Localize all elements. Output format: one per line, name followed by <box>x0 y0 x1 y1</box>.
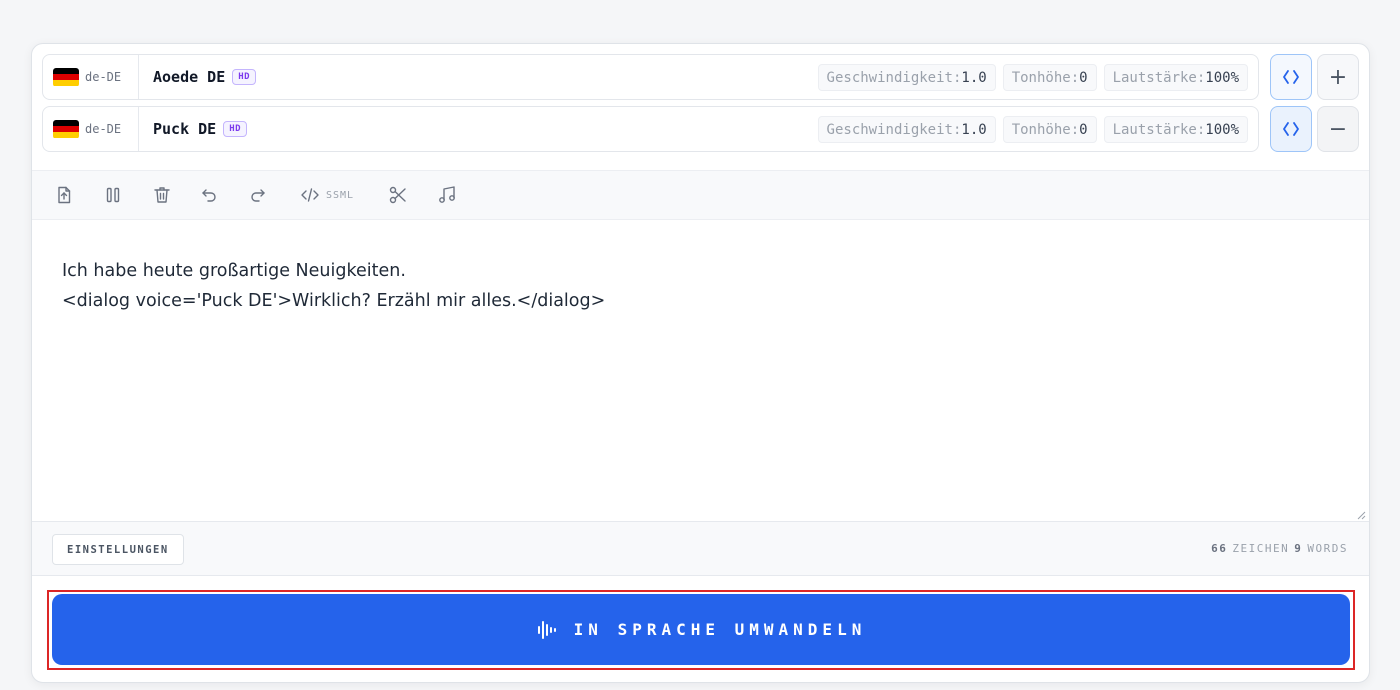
language-code: de-DE <box>85 122 122 136</box>
upload-button[interactable] <box>54 185 74 205</box>
scissors-icon <box>389 186 406 204</box>
ssml-label: SSML <box>326 189 355 201</box>
insert-voice-tag-button[interactable] <box>1270 106 1312 152</box>
german-flag-icon <box>53 67 79 87</box>
char-count: 66 <box>1211 542 1228 555</box>
pitch-value: 0 <box>1079 69 1088 86</box>
convert-to-speech-button[interactable]: IN SPRACHE UMWANDELN <box>52 594 1350 665</box>
hd-badge: HD <box>232 69 257 85</box>
upload-icon <box>58 186 71 204</box>
text-editor[interactable]: Ich habe heute großartige Neuigkeiten. <… <box>62 256 1342 516</box>
insert-voice-tag-button[interactable] <box>1270 54 1312 100</box>
resize-handle-icon[interactable] <box>1356 510 1366 520</box>
german-flag-icon <box>53 119 79 139</box>
pitch-label: Tonhöhe: <box>1011 121 1080 138</box>
redo-icon <box>251 189 265 202</box>
redo-button[interactable] <box>248 185 268 205</box>
delete-button[interactable] <box>152 185 172 205</box>
pitch-param[interactable]: Tonhöhe: 0 <box>1002 64 1097 91</box>
word-label: WORDS <box>1307 542 1348 555</box>
volume-value: 100% <box>1205 121 1239 138</box>
settings-button[interactable]: EINSTELLUNGEN <box>52 534 184 565</box>
trash-icon <box>154 187 170 203</box>
pause-icon <box>106 187 120 203</box>
voice-name[interactable]: Puck DE <box>153 120 216 138</box>
editor-toolbar: SSML <box>32 170 1369 220</box>
pitch-label: Tonhöhe: <box>1011 69 1080 86</box>
language-selector[interactable]: de-DE <box>43 55 139 99</box>
speed-value: 1.0 <box>961 69 987 86</box>
language-selector[interactable]: de-DE <box>43 107 139 151</box>
voice-row: de-DE Aoede DE HD Geschwindigkeit: 1.0 To… <box>42 54 1359 100</box>
volume-value: 100% <box>1205 69 1239 86</box>
speed-label: Geschwindigkeit: <box>826 121 962 138</box>
speed-param[interactable]: Geschwindigkeit: 1.0 <box>817 116 996 143</box>
ssml-button[interactable]: SSML <box>300 185 354 205</box>
volume-param[interactable]: Lautstärke: 100% <box>1103 64 1248 91</box>
char-label: ZEICHEN <box>1232 542 1290 555</box>
audio-wave-icon <box>537 620 556 639</box>
editor-footer: EINSTELLUNGEN 66 ZEICHEN 9 WORDS <box>32 521 1369 576</box>
music-button[interactable] <box>437 185 457 205</box>
undo-icon <box>202 189 216 202</box>
music-icon <box>439 186 455 203</box>
cut-button[interactable] <box>388 185 408 205</box>
speed-label: Geschwindigkeit: <box>826 69 962 86</box>
voice-selector[interactable]: de-DE Puck DE HD Geschwindigkeit: 1.0 Ton… <box>42 106 1259 152</box>
pitch-param[interactable]: Tonhöhe: 0 <box>1002 116 1097 143</box>
volume-label: Lautstärke: <box>1112 121 1206 138</box>
convert-label: IN SPRACHE UMWANDELN <box>573 620 867 639</box>
language-code: de-DE <box>85 70 122 84</box>
add-voice-button[interactable]: + <box>1317 54 1359 100</box>
code-brackets-icon <box>1283 122 1299 136</box>
speed-param[interactable]: Geschwindigkeit: 1.0 <box>817 64 996 91</box>
pitch-value: 0 <box>1079 121 1088 138</box>
voice-row: de-DE Puck DE HD Geschwindigkeit: 1.0 Ton… <box>42 106 1359 152</box>
word-count: 9 <box>1294 542 1303 555</box>
text-counts: 66 ZEICHEN 9 WORDS <box>1211 542 1348 555</box>
voice-selector[interactable]: de-DE Aoede DE HD Geschwindigkeit: 1.0 To… <box>42 54 1259 100</box>
code-brackets-icon <box>1283 70 1299 84</box>
volume-param[interactable]: Lautstärke: 100% <box>1103 116 1248 143</box>
remove-voice-button[interactable]: − <box>1317 106 1359 152</box>
voice-name[interactable]: Aoede DE <box>153 68 225 86</box>
speed-value: 1.0 <box>961 121 987 138</box>
undo-button[interactable] <box>199 185 219 205</box>
volume-label: Lautstärke: <box>1112 69 1206 86</box>
tts-editor-card: de-DE Aoede DE HD Geschwindigkeit: 1.0 To… <box>31 43 1370 683</box>
code-icon <box>301 188 319 202</box>
pause-button[interactable] <box>103 185 123 205</box>
hd-badge: HD <box>223 121 248 137</box>
